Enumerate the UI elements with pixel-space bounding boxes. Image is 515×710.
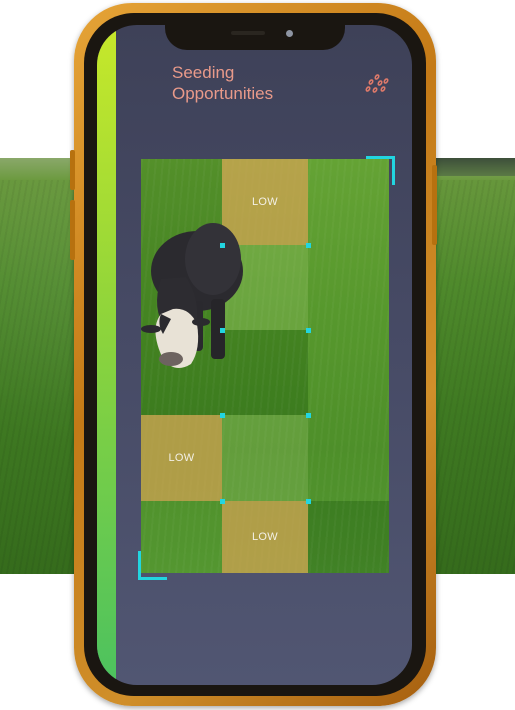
grid-vertex-marker bbox=[306, 243, 311, 248]
phone-side-button bbox=[70, 150, 75, 190]
phone-notch bbox=[165, 20, 345, 50]
title-line-1: Seeding bbox=[172, 63, 235, 82]
grid-vertex-marker bbox=[306, 499, 311, 504]
seeding-grid: LOW LOW LOW bbox=[141, 159, 389, 573]
grid-vertex-marker bbox=[306, 413, 311, 418]
seeds-icon[interactable] bbox=[365, 74, 389, 96]
front-camera bbox=[286, 30, 293, 37]
page-title: Seeding Opportunities bbox=[172, 62, 342, 104]
speaker-grille bbox=[231, 31, 265, 35]
grid-vertex-marker bbox=[306, 328, 311, 333]
gradient-side-bar bbox=[97, 25, 116, 685]
grid-vertex-marker bbox=[220, 499, 225, 504]
phone-power-button bbox=[432, 165, 437, 245]
scan-frame-corner-bottom-left bbox=[138, 551, 167, 580]
title-line-2: Opportunities bbox=[172, 84, 274, 103]
distant-trees bbox=[425, 158, 515, 176]
grid-vertex-marker bbox=[220, 243, 225, 248]
cow-image bbox=[141, 223, 243, 368]
grid-vertex-marker bbox=[220, 413, 225, 418]
phone-side-button bbox=[70, 200, 75, 260]
grid-vertex-marker bbox=[220, 328, 225, 333]
scan-frame-corner-top-right bbox=[366, 156, 395, 185]
